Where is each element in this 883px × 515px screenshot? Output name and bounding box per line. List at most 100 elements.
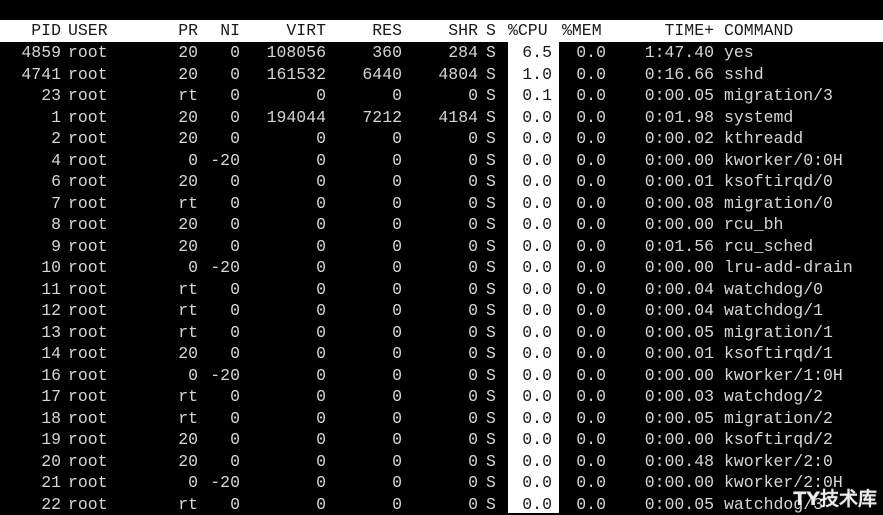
process-pid: 9: [0, 236, 61, 258]
process-mem: 0.0: [562, 128, 606, 150]
process-s: S: [486, 451, 502, 473]
process-time: 1:47.40: [612, 42, 714, 64]
process-shr: 284: [404, 42, 478, 64]
process-row[interactable]: 18rootrt0000S0.00.00:00.05migration/2: [0, 408, 883, 430]
process-cpu: 0.0: [508, 451, 552, 473]
process-pid: 13: [0, 322, 61, 344]
process-s: S: [486, 386, 502, 408]
process-shr: 0: [404, 128, 478, 150]
process-command: migration/3: [724, 85, 883, 107]
process-user: root: [68, 171, 158, 193]
process-ni: 0: [200, 408, 240, 430]
process-s: S: [486, 429, 502, 451]
process-pid: 18: [0, 408, 61, 430]
process-cpu: 0.0: [508, 257, 552, 279]
process-shr: 4804: [404, 64, 478, 86]
process-shr: 0: [404, 150, 478, 172]
process-row[interactable]: 11rootrt0000S0.00.00:00.04watchdog/0: [0, 279, 883, 301]
process-row[interactable]: 4859root200108056360284S6.50.01:47.40yes: [0, 42, 883, 64]
process-row[interactable]: 2root200000S0.00.00:00.02kthreadd: [0, 128, 883, 150]
process-shr: 0: [404, 343, 478, 365]
process-ni: 0: [200, 128, 240, 150]
process-row[interactable]: 12rootrt0000S0.00.00:00.04watchdog/1: [0, 300, 883, 322]
process-time: 0:00.00: [612, 214, 714, 236]
process-command: migration/0: [724, 193, 883, 215]
process-user: root: [68, 322, 158, 344]
process-res: 0: [330, 386, 402, 408]
process-pid: 14: [0, 343, 61, 365]
process-row[interactable]: 23rootrt0000S0.10.00:00.05migration/3: [0, 85, 883, 107]
process-mem: 0.0: [562, 85, 606, 107]
process-ni: 0: [200, 322, 240, 344]
process-list: 4859root200108056360284S6.50.01:47.40yes…: [0, 42, 883, 515]
process-pr: rt: [160, 494, 198, 515]
process-user: root: [68, 85, 158, 107]
process-time: 0:00.05: [612, 408, 714, 430]
process-command: kthreadd: [724, 128, 883, 150]
process-command: migration/1: [724, 322, 883, 344]
process-row[interactable]: 10root0-20000S0.00.00:00.00lru-add-drain: [0, 257, 883, 279]
process-user: root: [68, 279, 158, 301]
process-pid: 10: [0, 257, 61, 279]
process-virt: 0: [244, 128, 326, 150]
process-pr: rt: [160, 300, 198, 322]
process-row[interactable]: 9root200000S0.00.00:01.56rcu_sched: [0, 236, 883, 258]
process-res: 0: [330, 494, 402, 515]
process-shr: 0: [404, 386, 478, 408]
process-virt: 0: [244, 386, 326, 408]
process-command: ksoftirqd/0: [724, 171, 883, 193]
process-row[interactable]: 16root0-20000S0.00.00:00.00kworker/1:0H: [0, 365, 883, 387]
process-virt: 0: [244, 257, 326, 279]
process-user: root: [68, 128, 158, 150]
process-shr: 4184: [404, 107, 478, 129]
process-time: 0:00.00: [612, 429, 714, 451]
process-mem: 0.0: [562, 236, 606, 258]
process-pid: 4741: [0, 64, 61, 86]
process-pid: 17: [0, 386, 61, 408]
process-pr: rt: [160, 279, 198, 301]
process-ni: -20: [200, 257, 240, 279]
header-command: COMMAND: [724, 20, 883, 42]
process-row[interactable]: 8root200000S0.00.00:00.00rcu_bh: [0, 214, 883, 236]
process-ni: 0: [200, 214, 240, 236]
header-pr: PR: [160, 20, 198, 42]
process-virt: 0: [244, 279, 326, 301]
process-pr: 0: [160, 472, 198, 494]
process-cpu: 0.0: [508, 279, 552, 301]
process-s: S: [486, 85, 502, 107]
process-command: yes: [724, 42, 883, 64]
process-row[interactable]: 1root20019404472124184S0.00.00:01.98syst…: [0, 107, 883, 129]
process-row[interactable]: 6root200000S0.00.00:00.01ksoftirqd/0: [0, 171, 883, 193]
process-pr: 20: [160, 343, 198, 365]
process-virt: 0: [244, 171, 326, 193]
process-command: kworker/1:0H: [724, 365, 883, 387]
process-row[interactable]: 4root0-20000S0.00.00:00.00kworker/0:0H: [0, 150, 883, 172]
process-pr: 20: [160, 451, 198, 473]
process-ni: 0: [200, 193, 240, 215]
process-s: S: [486, 300, 502, 322]
process-row[interactable]: 20root200000S0.00.00:00.48kworker/2:0: [0, 451, 883, 473]
process-row[interactable]: 4741root20016153264404804S1.00.00:16.66s…: [0, 64, 883, 86]
process-shr: 0: [404, 408, 478, 430]
process-pid: 7: [0, 193, 61, 215]
process-row[interactable]: 17rootrt0000S0.00.00:00.03watchdog/2: [0, 386, 883, 408]
process-shr: 0: [404, 300, 478, 322]
process-s: S: [486, 472, 502, 494]
process-cpu: 0.0: [508, 429, 552, 451]
process-row[interactable]: 13rootrt0000S0.00.00:00.05migration/1: [0, 322, 883, 344]
process-res: 0: [330, 279, 402, 301]
process-row[interactable]: 21root0-20000S0.00.00:00.00kworker/2:0H: [0, 472, 883, 494]
process-s: S: [486, 107, 502, 129]
process-mem: 0.0: [562, 107, 606, 129]
process-s: S: [486, 279, 502, 301]
process-row[interactable]: 19root200000S0.00.00:00.00ksoftirqd/2: [0, 429, 883, 451]
process-virt: 0: [244, 472, 326, 494]
process-mem: 0.0: [562, 300, 606, 322]
process-row[interactable]: 7rootrt0000S0.00.00:00.08migration/0: [0, 193, 883, 215]
process-pr: 0: [160, 365, 198, 387]
process-row[interactable]: 14root200000S0.00.00:00.01ksoftirqd/1: [0, 343, 883, 365]
process-pr: 20: [160, 236, 198, 258]
process-pid: 6: [0, 171, 61, 193]
process-row[interactable]: 22rootrt0000S0.00.00:00.05watchdog/3: [0, 494, 883, 515]
process-mem: 0.0: [562, 451, 606, 473]
